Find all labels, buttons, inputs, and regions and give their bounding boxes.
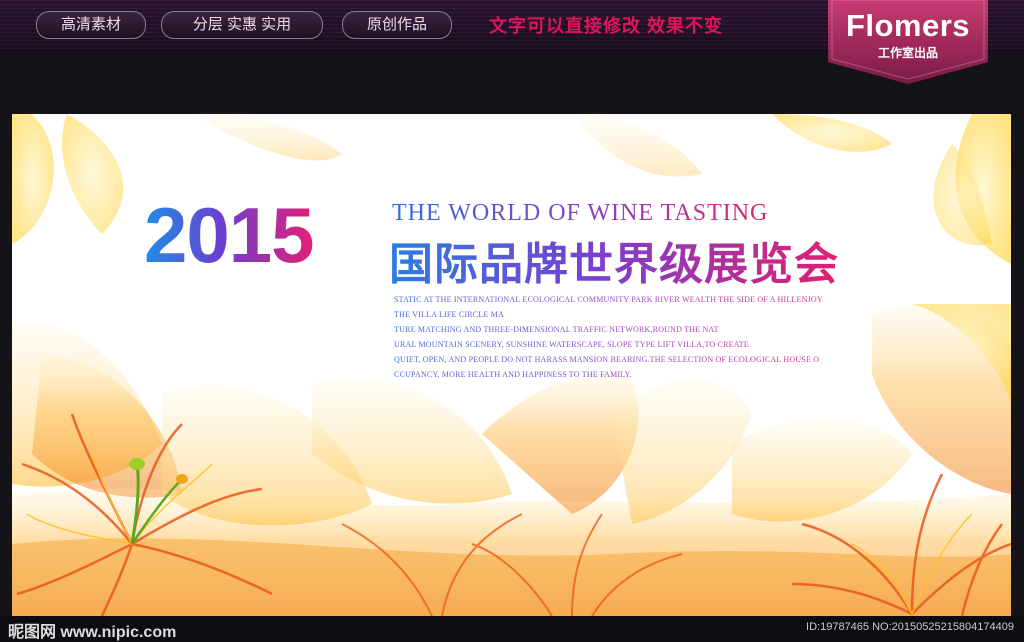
hd-material-pill: 高清素材: [36, 11, 146, 39]
body-line: QUIET, OPEN, AND PEOPLE DO NOT HARASS MA…: [394, 355, 820, 364]
watermark-footer: 昵图网 www.nipic.com ID:19787465 NO:2015052…: [0, 616, 1024, 642]
year-heading: 2015: [144, 191, 315, 279]
original-work-pill: 原创作品: [342, 11, 452, 39]
body-line: CCUPANCY, MORE HEALTH AND HAPPINESS TO T…: [394, 370, 632, 379]
english-subtitle: THE WORLD OF WINE TASTING: [392, 200, 769, 226]
logo-subtitle: 工作室出品: [877, 46, 938, 60]
body-line: STATIC AT THE INTERNATIONAL ECOLOGICAL C…: [394, 295, 823, 304]
layered-pill: 分层 实惠 实用: [161, 11, 323, 39]
image-id-watermark: ID:19787465 NO:20150525215804174409: [806, 621, 1014, 633]
exhibition-poster: 2015 THE WORLD OF WINE TASTING 国际品牌世界级展览…: [12, 114, 1011, 616]
chinese-headline: 国际品牌世界级展览会: [389, 228, 839, 292]
studio-logo: Flomers 工作室出品: [828, 0, 988, 84]
body-line: URAL MOUNTAIN SCENERY, SUNSHINE WATERSCA…: [394, 340, 749, 349]
body-line: TURE MATCHING AND THREE-DIMENSIONAL TRAF…: [394, 325, 719, 334]
body-line: THE VILLA LIFE CIRCLE MA: [394, 310, 504, 319]
editable-text-slogan: 文字可以直接修改 效果不变: [489, 16, 723, 36]
body-copy: STATIC AT THE INTERNATIONAL ECOLOGICAL C…: [394, 292, 864, 382]
logo-name: Flomers: [845, 8, 971, 43]
site-watermark: 昵图网 www.nipic.com: [8, 624, 177, 641]
